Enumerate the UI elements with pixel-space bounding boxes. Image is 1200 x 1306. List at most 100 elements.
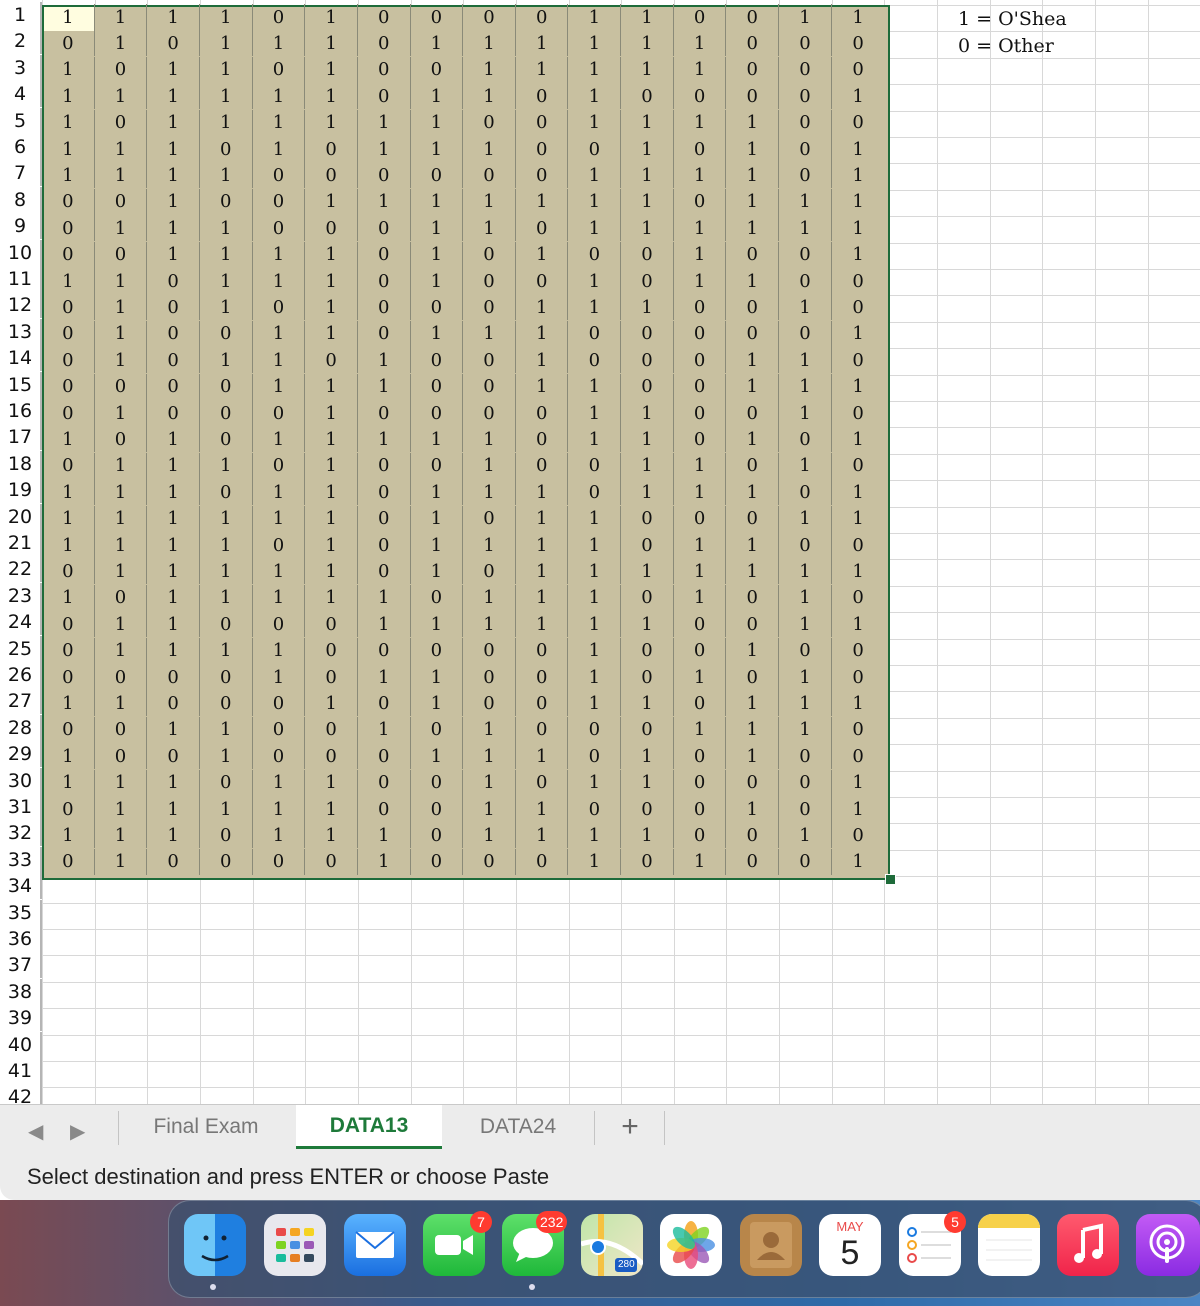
- cell[interactable]: 0: [147, 320, 200, 347]
- cell[interactable]: 0: [832, 268, 885, 294]
- cell[interactable]: 0: [832, 822, 885, 848]
- cell[interactable]: 1: [200, 4, 253, 30]
- row-header[interactable]: 4: [0, 81, 42, 108]
- cell[interactable]: 1: [411, 532, 464, 558]
- cell[interactable]: 0: [463, 505, 516, 532]
- cell[interactable]: 1: [569, 215, 622, 242]
- cell[interactable]: 0: [674, 347, 727, 374]
- cell[interactable]: 1: [779, 452, 832, 479]
- cell[interactable]: 1: [516, 479, 569, 506]
- row-header[interactable]: 18: [0, 450, 42, 477]
- cell[interactable]: 0: [253, 532, 306, 558]
- cell[interactable]: 1: [147, 505, 200, 532]
- cell[interactable]: 1: [305, 83, 358, 110]
- cell[interactable]: 1: [569, 294, 622, 321]
- cell[interactable]: 0: [253, 56, 306, 83]
- cell[interactable]: 1: [200, 30, 253, 57]
- cell[interactable]: 1: [95, 4, 148, 30]
- cell[interactable]: 1: [147, 769, 200, 796]
- cell[interactable]: 1: [726, 426, 780, 453]
- cell[interactable]: 1: [726, 162, 780, 189]
- row-header[interactable]: 15: [0, 371, 42, 398]
- cell[interactable]: 1: [200, 505, 253, 532]
- cell[interactable]: 1: [726, 347, 780, 374]
- cell[interactable]: 1: [95, 505, 148, 532]
- cell[interactable]: 0: [726, 822, 780, 849]
- cell[interactable]: 1: [832, 215, 885, 241]
- cell[interactable]: 1: [832, 796, 885, 822]
- cell[interactable]: 0: [832, 638, 885, 664]
- cell[interactable]: 1: [832, 162, 885, 188]
- cell[interactable]: 0: [305, 162, 358, 189]
- cell[interactable]: 0: [358, 400, 411, 426]
- cell[interactable]: 0: [516, 690, 569, 717]
- cell[interactable]: 0: [726, 505, 780, 532]
- cell[interactable]: 1: [569, 769, 622, 796]
- cell[interactable]: 0: [621, 320, 674, 347]
- cell[interactable]: 1: [516, 56, 569, 83]
- cell[interactable]: 1: [832, 558, 885, 584]
- cell[interactable]: 0: [358, 532, 411, 558]
- tab-data24[interactable]: DATA24: [444, 1105, 592, 1149]
- cell[interactable]: 1: [95, 690, 148, 717]
- cell[interactable]: 0: [674, 743, 727, 770]
- cell[interactable]: 0: [463, 241, 516, 268]
- cell[interactable]: 0: [358, 558, 411, 585]
- cell[interactable]: 1: [253, 637, 306, 664]
- cell[interactable]: 0: [147, 690, 200, 717]
- cell[interactable]: 0: [42, 320, 95, 347]
- cell[interactable]: 1: [569, 611, 622, 638]
- row-header[interactable]: 33: [0, 846, 42, 873]
- cell[interactable]: 1: [621, 558, 674, 585]
- cell[interactable]: 1: [726, 109, 780, 136]
- cell[interactable]: 1: [253, 83, 306, 110]
- cell[interactable]: 1: [621, 109, 674, 136]
- cell[interactable]: 0: [674, 373, 727, 400]
- cell[interactable]: 0: [147, 373, 200, 400]
- podcasts-icon[interactable]: [1136, 1214, 1200, 1276]
- cell[interactable]: 1: [95, 479, 148, 506]
- cell[interactable]: 0: [200, 822, 253, 849]
- cell[interactable]: 1: [674, 268, 727, 294]
- cell[interactable]: 0: [95, 188, 148, 215]
- cell[interactable]: 0: [358, 769, 411, 796]
- cell[interactable]: 1: [95, 637, 148, 664]
- cell[interactable]: 0: [674, 400, 727, 426]
- cell[interactable]: 0: [779, 162, 832, 189]
- cell[interactable]: 1: [95, 769, 148, 796]
- cell[interactable]: 1: [674, 848, 727, 875]
- cell[interactable]: 0: [358, 241, 411, 268]
- cell[interactable]: 1: [253, 558, 306, 585]
- cell[interactable]: 1: [147, 109, 200, 136]
- cell[interactable]: 1: [358, 136, 411, 162]
- cell[interactable]: 1: [200, 109, 253, 136]
- cell[interactable]: 1: [253, 796, 306, 822]
- cell[interactable]: 0: [516, 716, 569, 743]
- cell[interactable]: 0: [674, 188, 727, 215]
- cell[interactable]: 0: [463, 162, 516, 189]
- cell[interactable]: 0: [358, 294, 411, 321]
- cell[interactable]: 0: [832, 400, 885, 426]
- row-header[interactable]: 30: [0, 767, 42, 794]
- cell[interactable]: 1: [832, 690, 885, 716]
- cell[interactable]: 1: [674, 241, 727, 268]
- cell[interactable]: 0: [674, 4, 727, 30]
- cell[interactable]: 0: [569, 136, 622, 162]
- cell[interactable]: 1: [779, 611, 832, 638]
- cell[interactable]: 0: [147, 268, 200, 294]
- cell[interactable]: 1: [569, 426, 622, 453]
- cell[interactable]: 1: [621, 162, 674, 189]
- cell[interactable]: 1: [621, 452, 674, 479]
- cell[interactable]: 0: [42, 716, 95, 743]
- cell[interactable]: 1: [779, 664, 832, 690]
- row-header[interactable]: 21: [0, 530, 42, 556]
- cell[interactable]: 1: [95, 532, 148, 558]
- cell[interactable]: 0: [674, 136, 727, 162]
- cell[interactable]: 1: [411, 664, 464, 690]
- row-header[interactable]: 24: [0, 609, 42, 636]
- cell[interactable]: 1: [621, 30, 674, 57]
- cell[interactable]: 0: [200, 400, 253, 426]
- cell[interactable]: 0: [832, 30, 885, 56]
- row-header[interactable]: 23: [0, 582, 42, 609]
- cell[interactable]: 1: [95, 215, 148, 242]
